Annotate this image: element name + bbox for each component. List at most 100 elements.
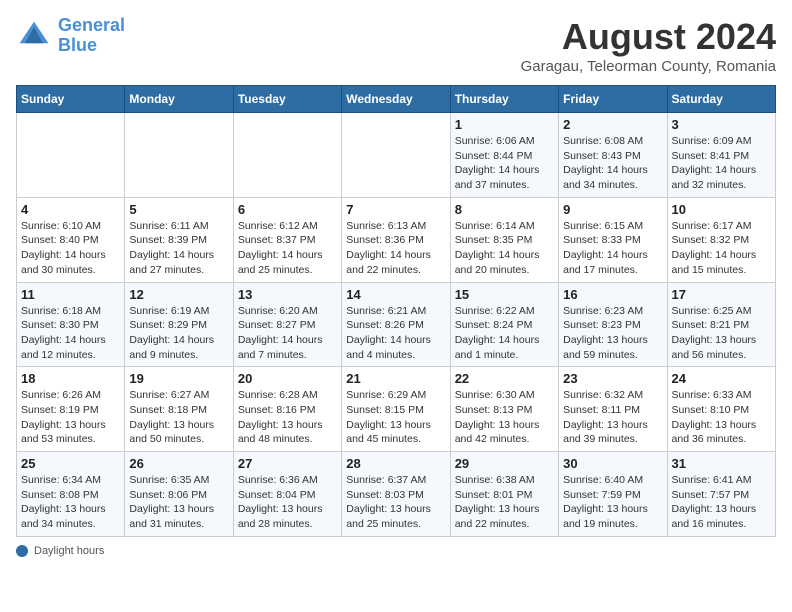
weekday-header-row: SundayMondayTuesdayWednesdayThursdayFrid… bbox=[17, 86, 776, 113]
calendar-week-1: 1 Sunrise: 6:06 AM Sunset: 8:44 PM Daylig… bbox=[17, 113, 776, 198]
day-info: Sunrise: 6:29 AM Sunset: 8:15 PM Dayligh… bbox=[346, 388, 445, 447]
calendar-cell: 24 Sunrise: 6:33 AM Sunset: 8:10 PM Dayli… bbox=[667, 367, 775, 452]
day-info: Sunrise: 6:34 AM Sunset: 8:08 PM Dayligh… bbox=[21, 473, 120, 532]
calendar-cell: 17 Sunrise: 6:25 AM Sunset: 8:21 PM Dayli… bbox=[667, 282, 775, 367]
calendar-cell: 6 Sunrise: 6:12 AM Sunset: 8:37 PM Daylig… bbox=[233, 197, 341, 282]
day-info: Sunrise: 6:23 AM Sunset: 8:23 PM Dayligh… bbox=[563, 304, 662, 363]
calendar-week-5: 25 Sunrise: 6:34 AM Sunset: 8:08 PM Dayli… bbox=[17, 452, 776, 537]
day-info: Sunrise: 6:25 AM Sunset: 8:21 PM Dayligh… bbox=[672, 304, 771, 363]
day-info: Sunrise: 6:09 AM Sunset: 8:41 PM Dayligh… bbox=[672, 134, 771, 193]
day-number: 25 bbox=[21, 456, 120, 471]
calendar-cell: 13 Sunrise: 6:20 AM Sunset: 8:27 PM Dayli… bbox=[233, 282, 341, 367]
calendar-cell: 26Sunrise: 6:35 AM Sunset: 8:06 PM Dayli… bbox=[125, 452, 233, 537]
day-info: Sunrise: 6:41 AM Sunset: 7:57 PM Dayligh… bbox=[672, 473, 771, 532]
daylight-label: Daylight hours bbox=[34, 545, 104, 557]
day-number: 28 bbox=[346, 456, 445, 471]
day-info: Sunrise: 6:30 AM Sunset: 8:13 PM Dayligh… bbox=[455, 388, 554, 447]
calendar-cell: 23 Sunrise: 6:32 AM Sunset: 8:11 PM Dayli… bbox=[559, 367, 667, 452]
day-info: Sunrise: 6:36 AM Sunset: 8:04 PM Dayligh… bbox=[238, 473, 337, 532]
daylight-dot bbox=[16, 545, 28, 557]
day-info: Sunrise: 6:38 AM Sunset: 8:01 PM Dayligh… bbox=[455, 473, 554, 532]
weekday-header-wednesday: Wednesday bbox=[342, 86, 450, 113]
calendar-cell: 10Sunrise: 6:17 AM Sunset: 8:32 PM Dayli… bbox=[667, 197, 775, 282]
calendar-footer: Daylight hours bbox=[16, 545, 776, 557]
calendar-cell: 7 Sunrise: 6:13 AM Sunset: 8:36 PM Daylig… bbox=[342, 197, 450, 282]
day-info: Sunrise: 6:08 AM Sunset: 8:43 PM Dayligh… bbox=[563, 134, 662, 193]
day-number: 3 bbox=[672, 117, 771, 132]
calendar-cell: 30Sunrise: 6:40 AM Sunset: 7:59 PM Dayli… bbox=[559, 452, 667, 537]
day-info: Sunrise: 6:22 AM Sunset: 8:24 PM Dayligh… bbox=[455, 304, 554, 363]
day-number: 15 bbox=[455, 287, 554, 302]
page-header: General Blue August 2024 Garagau, Teleor… bbox=[16, 16, 776, 75]
day-info: Sunrise: 6:12 AM Sunset: 8:37 PM Dayligh… bbox=[238, 219, 337, 278]
title-block: August 2024 Garagau, Teleorman County, R… bbox=[521, 16, 776, 75]
calendar-cell: 31Sunrise: 6:41 AM Sunset: 7:57 PM Dayli… bbox=[667, 452, 775, 537]
day-number: 7 bbox=[346, 202, 445, 217]
day-info: Sunrise: 6:06 AM Sunset: 8:44 PM Dayligh… bbox=[455, 134, 554, 193]
day-number: 23 bbox=[563, 371, 662, 386]
day-number: 21 bbox=[346, 371, 445, 386]
calendar-cell: 8Sunrise: 6:14 AM Sunset: 8:35 PM Daylig… bbox=[450, 197, 558, 282]
day-info: Sunrise: 6:13 AM Sunset: 8:36 PM Dayligh… bbox=[346, 219, 445, 278]
calendar-week-2: 4 Sunrise: 6:10 AM Sunset: 8:40 PM Daylig… bbox=[17, 197, 776, 282]
day-number: 14 bbox=[346, 287, 445, 302]
day-number: 22 bbox=[455, 371, 554, 386]
weekday-header-sunday: Sunday bbox=[17, 86, 125, 113]
day-number: 13 bbox=[238, 287, 337, 302]
calendar-cell: 16 Sunrise: 6:23 AM Sunset: 8:23 PM Dayli… bbox=[559, 282, 667, 367]
day-info: Sunrise: 6:33 AM Sunset: 8:10 PM Dayligh… bbox=[672, 388, 771, 447]
day-info: Sunrise: 6:19 AM Sunset: 8:29 PM Dayligh… bbox=[129, 304, 228, 363]
calendar-cell: 12 Sunrise: 6:19 AM Sunset: 8:29 PM Dayli… bbox=[125, 282, 233, 367]
logo-text: General Blue bbox=[58, 16, 125, 56]
day-number: 26 bbox=[129, 456, 228, 471]
day-info: Sunrise: 6:21 AM Sunset: 8:26 PM Dayligh… bbox=[346, 304, 445, 363]
calendar-cell bbox=[233, 113, 341, 198]
day-info: Sunrise: 6:40 AM Sunset: 7:59 PM Dayligh… bbox=[563, 473, 662, 532]
calendar-cell: 1 Sunrise: 6:06 AM Sunset: 8:44 PM Daylig… bbox=[450, 113, 558, 198]
day-number: 1 bbox=[455, 117, 554, 132]
day-number: 20 bbox=[238, 371, 337, 386]
day-info: Sunrise: 6:17 AM Sunset: 8:32 PM Dayligh… bbox=[672, 219, 771, 278]
day-info: Sunrise: 6:20 AM Sunset: 8:27 PM Dayligh… bbox=[238, 304, 337, 363]
day-number: 19 bbox=[129, 371, 228, 386]
day-info: Sunrise: 6:32 AM Sunset: 8:11 PM Dayligh… bbox=[563, 388, 662, 447]
calendar-cell bbox=[17, 113, 125, 198]
calendar-cell bbox=[125, 113, 233, 198]
calendar-cell: 3 Sunrise: 6:09 AM Sunset: 8:41 PM Daylig… bbox=[667, 113, 775, 198]
day-info: Sunrise: 6:10 AM Sunset: 8:40 PM Dayligh… bbox=[21, 219, 120, 278]
day-number: 17 bbox=[672, 287, 771, 302]
day-info: Sunrise: 6:28 AM Sunset: 8:16 PM Dayligh… bbox=[238, 388, 337, 447]
calendar-cell: 18Sunrise: 6:26 AM Sunset: 8:19 PM Dayli… bbox=[17, 367, 125, 452]
day-number: 27 bbox=[238, 456, 337, 471]
day-number: 16 bbox=[563, 287, 662, 302]
day-info: Sunrise: 6:11 AM Sunset: 8:39 PM Dayligh… bbox=[129, 219, 228, 278]
day-number: 2 bbox=[563, 117, 662, 132]
calendar-cell: 14 Sunrise: 6:21 AM Sunset: 8:26 PM Dayli… bbox=[342, 282, 450, 367]
calendar-cell: 4 Sunrise: 6:10 AM Sunset: 8:40 PM Daylig… bbox=[17, 197, 125, 282]
calendar-week-3: 11Sunrise: 6:18 AM Sunset: 8:30 PM Dayli… bbox=[17, 282, 776, 367]
calendar-header: SundayMondayTuesdayWednesdayThursdayFrid… bbox=[17, 86, 776, 113]
calendar-cell: 28Sunrise: 6:37 AM Sunset: 8:03 PM Dayli… bbox=[342, 452, 450, 537]
weekday-header-monday: Monday bbox=[125, 86, 233, 113]
logo-line1: General bbox=[58, 15, 125, 35]
logo-line2: Blue bbox=[58, 35, 97, 55]
day-number: 12 bbox=[129, 287, 228, 302]
day-number: 4 bbox=[21, 202, 120, 217]
day-info: Sunrise: 6:27 AM Sunset: 8:18 PM Dayligh… bbox=[129, 388, 228, 447]
subtitle: Garagau, Teleorman County, Romania bbox=[521, 58, 776, 75]
weekday-header-friday: Friday bbox=[559, 86, 667, 113]
calendar-cell: 5Sunrise: 6:11 AM Sunset: 8:39 PM Daylig… bbox=[125, 197, 233, 282]
calendar-cell: 27 Sunrise: 6:36 AM Sunset: 8:04 PM Dayli… bbox=[233, 452, 341, 537]
day-number: 18 bbox=[21, 371, 120, 386]
logo: General Blue bbox=[16, 16, 125, 56]
calendar-cell: 11Sunrise: 6:18 AM Sunset: 8:30 PM Dayli… bbox=[17, 282, 125, 367]
calendar-cell: 25 Sunrise: 6:34 AM Sunset: 8:08 PM Dayli… bbox=[17, 452, 125, 537]
day-number: 6 bbox=[238, 202, 337, 217]
day-number: 24 bbox=[672, 371, 771, 386]
calendar-cell: 22 Sunrise: 6:30 AM Sunset: 8:13 PM Dayli… bbox=[450, 367, 558, 452]
day-number: 9 bbox=[563, 202, 662, 217]
main-title: August 2024 bbox=[521, 16, 776, 58]
calendar-body: 1 Sunrise: 6:06 AM Sunset: 8:44 PM Daylig… bbox=[17, 113, 776, 537]
weekday-header-tuesday: Tuesday bbox=[233, 86, 341, 113]
day-number: 11 bbox=[21, 287, 120, 302]
